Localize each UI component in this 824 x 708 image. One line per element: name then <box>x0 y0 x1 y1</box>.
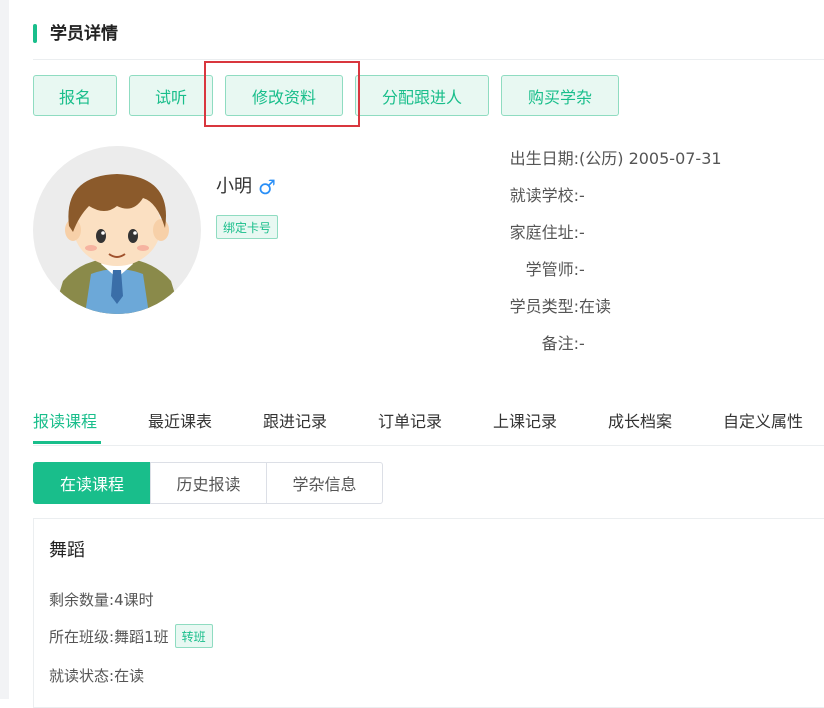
info-manager: 学管师: - <box>460 259 820 281</box>
tab-recent-schedule[interactable]: 最近课表 <box>148 408 212 436</box>
info-value: 在读 <box>579 297 612 316</box>
highlight-box <box>204 61 360 127</box>
subtab-misc-info[interactable]: 学杂信息 <box>266 462 383 504</box>
active-tab-underline <box>33 441 101 444</box>
class-value: 舞蹈1班 <box>114 627 169 646</box>
class-label: 所在班级: <box>49 627 115 646</box>
trial-button[interactable]: 试听 <box>129 75 213 116</box>
left-panel-edge <box>0 0 9 699</box>
info-school: 就读学校: - <box>460 185 820 207</box>
status-row: 就读状态: 在读 <box>49 665 144 686</box>
tab-class-records[interactable]: 上课记录 <box>493 408 557 436</box>
info-value: - <box>579 334 585 353</box>
course-card <box>33 518 824 708</box>
title-accent-bar <box>33 24 37 43</box>
info-value: - <box>579 186 585 205</box>
info-value: (公历) 2005-07-31 <box>579 149 722 168</box>
student-name: 小明 <box>216 176 252 197</box>
header-divider <box>33 59 824 60</box>
remaining-label: 剩余数量: <box>49 591 115 609</box>
info-label: 就读学校: <box>509 186 579 205</box>
tab-order-records[interactable]: 订单记录 <box>378 408 442 436</box>
male-icon: ♂ <box>258 175 276 199</box>
student-name-row: 小明 ♂ <box>216 174 276 200</box>
enroll-button[interactable]: 报名 <box>33 75 117 116</box>
remaining-row: 剩余数量: 4课时 <box>49 589 154 610</box>
bind-card-button[interactable]: 绑定卡号 <box>216 215 279 239</box>
info-value: - <box>579 223 585 242</box>
info-label: 学员类型: <box>509 297 579 316</box>
info-address: 家庭住址: - <box>460 222 820 244</box>
tab-growth-archive[interactable]: 成长档案 <box>608 408 672 436</box>
class-row: 所在班级: 舞蹈1班 转班 <box>49 624 213 648</box>
status-value: 在读 <box>114 667 145 685</box>
info-label: 备注: <box>541 334 579 353</box>
subtab-history[interactable]: 历史报读 <box>150 462 267 504</box>
subtab-current-courses[interactable]: 在读课程 <box>33 462 151 504</box>
buy-misc-button[interactable]: 购买学杂 <box>501 75 619 116</box>
info-label: 出生日期: <box>509 149 579 168</box>
info-label: 学管师: <box>525 260 579 279</box>
page-title: 学员详情 <box>50 24 118 44</box>
tab-enrolled-courses[interactable]: 报读课程 <box>33 408 97 436</box>
status-label: 就读状态: <box>49 667 115 685</box>
remaining-value: 4课时 <box>114 591 154 609</box>
course-name: 舞蹈 <box>49 540 85 561</box>
info-value: - <box>579 260 585 279</box>
detail-tabs: 报读课程 最近课表 跟进记录 订单记录 上课记录 成长档案 自定义属性 <box>33 408 824 446</box>
avatar <box>33 146 201 314</box>
tab-follow-records[interactable]: 跟进记录 <box>263 408 327 436</box>
info-label: 家庭住址: <box>509 223 579 242</box>
info-remark: 备注: - <box>460 333 820 355</box>
tab-custom-attributes[interactable]: 自定义属性 <box>723 408 803 436</box>
info-birthdate: 出生日期: (公历) 2005-07-31 <box>460 148 820 170</box>
assign-follower-button[interactable]: 分配跟进人 <box>355 75 489 116</box>
transfer-class-button[interactable]: 转班 <box>174 624 213 648</box>
info-type: 学员类型: 在读 <box>460 296 820 318</box>
